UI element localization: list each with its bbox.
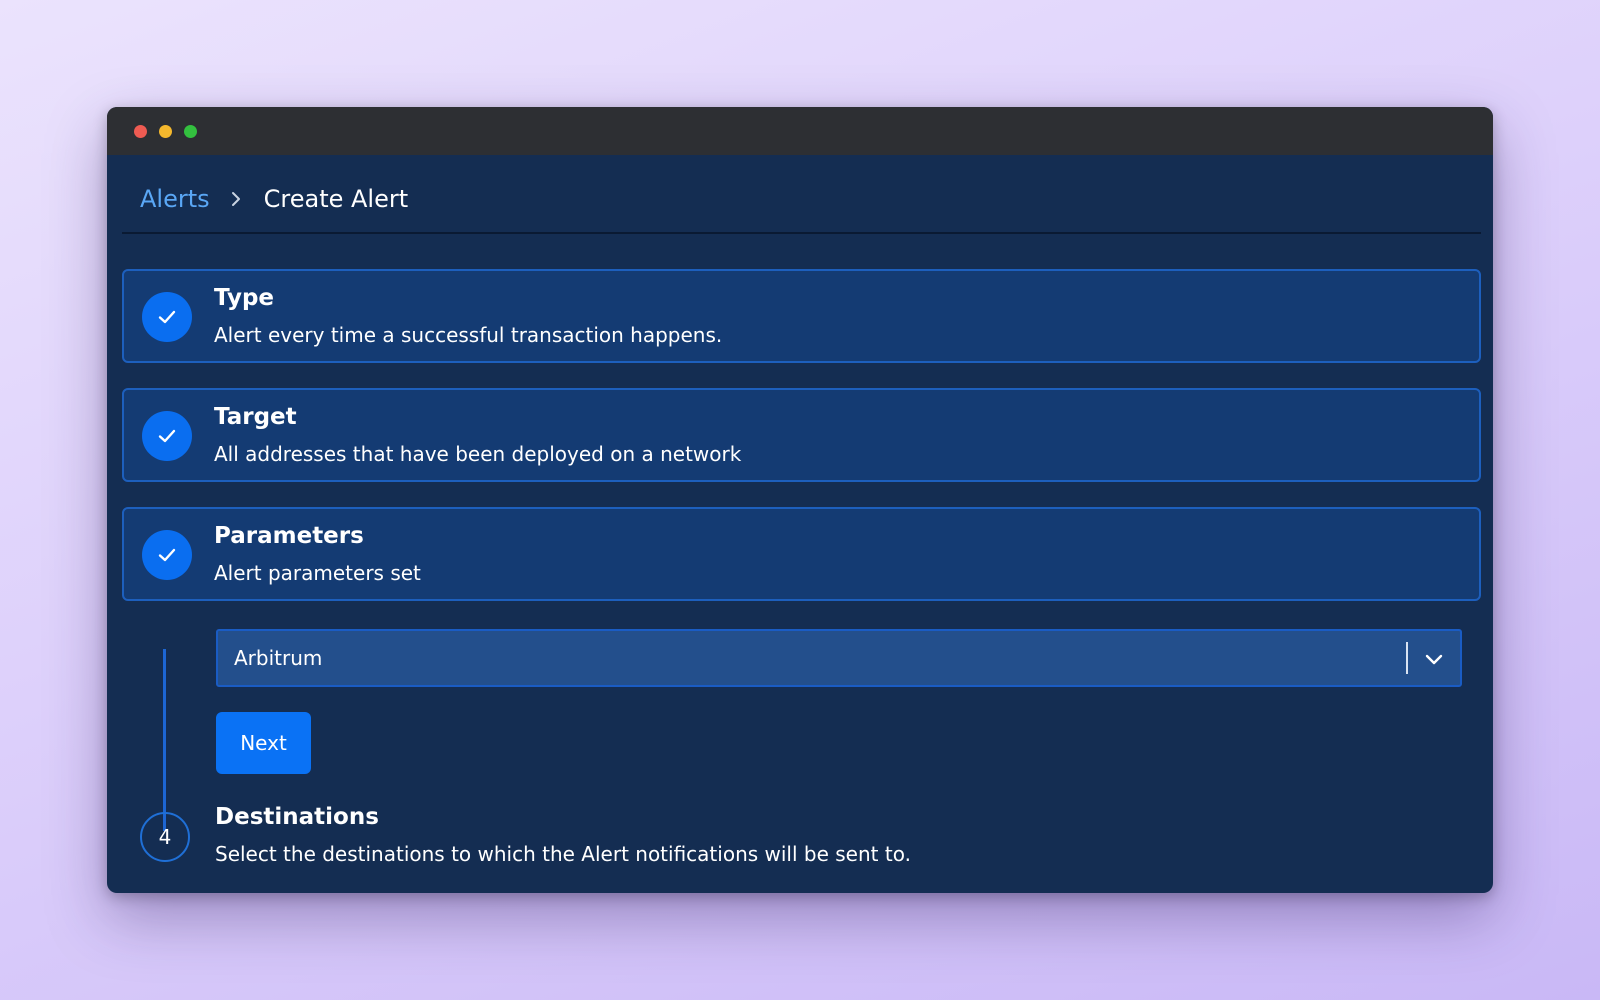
breadcrumb: Alerts Create Alert — [140, 179, 408, 219]
step-connector-line — [163, 649, 166, 831]
chevron-right-icon — [230, 191, 242, 207]
network-select-value: Arbitrum — [234, 646, 323, 670]
step-parameters[interactable]: Parameters Alert parameters set — [122, 507, 1481, 601]
app-window: Alerts Create Alert Type Alert every tim… — [107, 107, 1493, 893]
minimize-window-button[interactable] — [159, 124, 172, 138]
maximize-window-button[interactable] — [184, 124, 197, 138]
step-description: Alert parameters set — [214, 561, 421, 585]
next-button[interactable]: Next — [216, 712, 311, 774]
select-divider — [1406, 642, 1408, 674]
step-number-badge: 4 — [140, 812, 190, 862]
check-icon — [142, 411, 192, 461]
step-title: Parameters — [214, 523, 364, 549]
step-type[interactable]: Type Alert every time a successful trans… — [122, 269, 1481, 363]
network-select[interactable]: Arbitrum — [216, 629, 1462, 687]
chevron-down-icon[interactable] — [1422, 647, 1446, 671]
check-icon — [142, 530, 192, 580]
step-title: Target — [214, 404, 297, 430]
main-content: Alerts Create Alert Type Alert every tim… — [107, 155, 1493, 893]
step-description: Alert every time a successful transactio… — [214, 323, 723, 347]
breadcrumb-alerts-link[interactable]: Alerts — [140, 185, 210, 213]
step-title: Type — [214, 285, 275, 311]
step-target[interactable]: Target All addresses that have been depl… — [122, 388, 1481, 482]
step-destinations-title[interactable]: Destinations — [215, 804, 379, 830]
step-description: All addresses that have been deployed on… — [214, 442, 742, 466]
close-window-button[interactable] — [134, 124, 147, 138]
header-divider — [122, 232, 1481, 234]
breadcrumb-current: Create Alert — [263, 185, 409, 213]
title-bar — [107, 107, 1493, 155]
step-destinations-description: Select the destinations to which the Ale… — [215, 842, 911, 866]
check-icon — [142, 292, 192, 342]
